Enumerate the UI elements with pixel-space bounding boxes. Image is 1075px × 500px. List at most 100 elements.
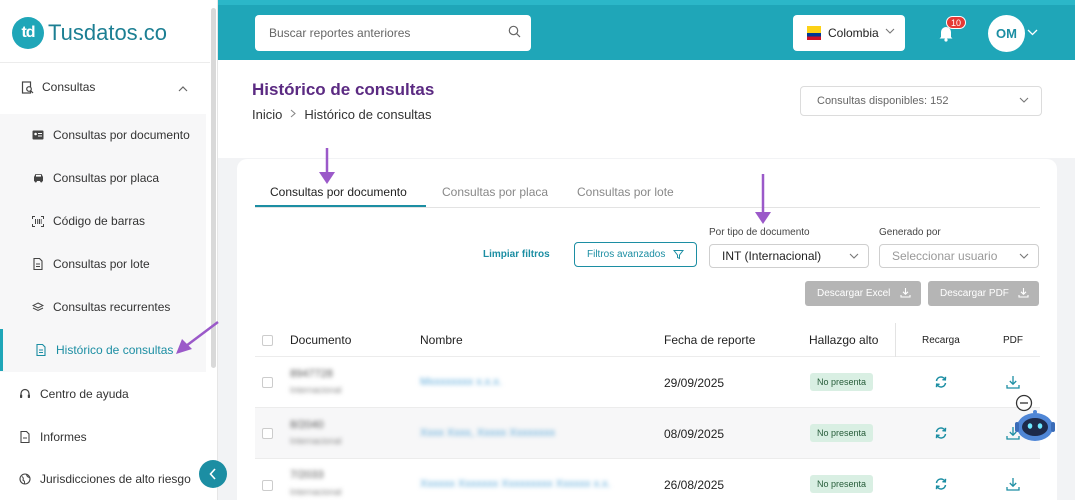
sidebar-item-consultas-recurrentes[interactable]: Consultas recurrentes <box>31 300 206 314</box>
sidebar-item-consultas-por-placa[interactable]: Consultas por placa <box>31 171 206 185</box>
search-doc-icon <box>20 80 34 94</box>
download-icon <box>1018 287 1029 301</box>
generated-by-label: Generado por <box>879 227 941 238</box>
row-checkbox[interactable] <box>262 377 273 388</box>
row-document-number: 8/2040 <box>290 419 324 431</box>
table-row[interactable] <box>255 357 1040 407</box>
row-document-number: 7/2033 <box>290 469 324 481</box>
sidebar: td Tusdatos.co Consultas Consultas por d… <box>0 0 218 500</box>
active-indicator <box>0 329 3 371</box>
country-name: Colombia <box>828 26 879 40</box>
page-title: Histórico de consultas <box>252 80 435 99</box>
doc-type-value: INT (Internacional) <box>722 249 822 263</box>
row-document-type: Internacional <box>290 385 342 395</box>
download-icon[interactable] <box>1006 477 1020 496</box>
sidebar-item-label: Consultas <box>42 80 96 94</box>
tabs-divider <box>255 207 1040 208</box>
sidebar-item-consultas[interactable]: Consultas <box>20 80 226 94</box>
search-input[interactable] <box>269 26 499 40</box>
annotation-arrow-left <box>176 321 219 354</box>
row-name-link[interactable]: Mxxxxxxxx x.x.x. <box>420 376 502 388</box>
chatbot-icon[interactable] <box>1012 394 1068 449</box>
advanced-filters-button[interactable]: Filtros avanzados <box>574 242 697 267</box>
doc-type-label: Por tipo de documento <box>709 227 810 238</box>
select-all-checkbox[interactable] <box>262 335 273 346</box>
column-header-recarga: Recarga <box>922 335 960 346</box>
chevron-down-icon <box>1019 251 1029 262</box>
sidebar-item-centro-de-ayuda[interactable]: Centro de ayuda <box>18 387 224 401</box>
column-header-nombre: Nombre <box>420 333 463 347</box>
download-excel-button[interactable]: Descargar Excel <box>805 281 921 306</box>
notification-badge: 10 <box>946 16 967 29</box>
sidebar-item-jurisdicciones[interactable]: Jurisdicciones de alto riesgo <box>18 472 224 486</box>
download-pdf-button[interactable]: Descargar PDF <box>928 281 1039 306</box>
car-icon <box>31 171 45 185</box>
table-row[interactable] <box>255 459 1040 500</box>
file-icon <box>31 257 45 271</box>
credits-text: Consultas disponibles: 152 <box>817 95 949 107</box>
user-select-placeholder: Seleccionar usuario <box>892 249 998 263</box>
logo-mark: td <box>12 17 44 49</box>
report-icon <box>18 430 32 444</box>
refresh-icon[interactable] <box>934 375 948 394</box>
breadcrumb: Inicio Histórico de consultas <box>252 107 432 122</box>
refresh-icon[interactable] <box>934 426 948 445</box>
chevron-right-icon <box>290 109 297 121</box>
colombia-flag-icon <box>807 26 821 40</box>
breadcrumb-home[interactable]: Inicio <box>252 107 282 122</box>
sidebar-item-informes[interactable]: Informes <box>18 430 224 444</box>
refresh-icon[interactable] <box>934 477 948 496</box>
row-name-link[interactable]: Xxxxxx Xxxxxxx Xxxxxxxxx Xxxxxx x.x. <box>420 478 611 490</box>
sidebar-item-label: Consultas recurrentes <box>53 300 171 314</box>
tab-consultas-por-lote[interactable]: Consultas por lote <box>577 185 674 199</box>
row-document-number: 8947728 <box>290 368 333 380</box>
sidebar-item-label: Código de barras <box>53 214 146 228</box>
logo[interactable]: td Tusdatos.co <box>12 17 167 49</box>
row-checkbox[interactable] <box>262 480 273 491</box>
annotation-arrow-down <box>319 148 335 184</box>
sidebar-item-label: Centro de ayuda <box>40 387 129 401</box>
row-document-type: Internacional <box>290 436 342 446</box>
chevron-up-icon[interactable] <box>178 84 188 95</box>
sidebar-divider <box>0 62 210 63</box>
sidebar-item-label: Consultas por documento <box>53 128 190 142</box>
tab-consultas-por-placa[interactable]: Consultas por placa <box>442 185 548 199</box>
filter-icon <box>672 249 685 263</box>
sidebar-item-label: Consultas por placa <box>53 171 160 185</box>
doc-type-select[interactable]: INT (Internacional) <box>709 244 869 268</box>
chevron-down-icon <box>885 26 895 37</box>
sidebar-item-label: Histórico de consultas <box>56 343 174 357</box>
status-badge: No presenta <box>810 373 874 391</box>
search-icon[interactable] <box>508 25 521 43</box>
sidebar-collapse-button[interactable] <box>199 460 227 488</box>
country-selector[interactable]: Colombia <box>793 15 905 51</box>
status-badge: No presenta <box>810 424 874 442</box>
avatar[interactable]: OM <box>988 15 1025 52</box>
download-icon[interactable] <box>1006 375 1020 394</box>
clear-filters-link[interactable]: Limpiar filtros <box>483 249 550 260</box>
row-name-link[interactable]: Xxxx Xxxx, Xxxxx Xxxxxxxx <box>420 427 555 439</box>
column-header-fecha: Fecha de reporte <box>664 333 756 347</box>
status-badge: No presenta <box>810 475 874 493</box>
logo-tld: .co <box>137 20 168 45</box>
annotation-arrow-down <box>755 174 771 224</box>
sidebar-item-consultas-por-lote[interactable]: Consultas por lote <box>31 257 206 271</box>
sidebar-item-codigo-de-barras[interactable]: Código de barras <box>31 214 206 228</box>
sidebar-item-consultas-por-documento[interactable]: Consultas por documento <box>31 128 206 142</box>
table-row[interactable] <box>255 408 1040 458</box>
search-box[interactable] <box>255 15 531 51</box>
advanced-filters-label: Filtros avanzados <box>587 249 666 260</box>
user-select[interactable]: Seleccionar usuario <box>879 244 1039 268</box>
breadcrumb-current: Histórico de consultas <box>304 107 432 122</box>
sidebar-scrollbar[interactable] <box>211 8 216 368</box>
logo-text: Tusdatos.co <box>48 20 167 46</box>
barcode-icon <box>31 214 45 228</box>
document-icon <box>34 343 48 357</box>
credits-dropdown[interactable]: Consultas disponibles: 152 <box>800 86 1042 116</box>
column-header-pdf: PDF <box>1003 335 1023 346</box>
tab-consultas-por-documento[interactable]: Consultas por documento <box>270 185 407 199</box>
row-checkbox[interactable] <box>262 428 273 439</box>
download-icon <box>900 287 911 301</box>
chevron-down-icon[interactable] <box>1027 27 1038 39</box>
active-tab-underline <box>255 205 426 207</box>
